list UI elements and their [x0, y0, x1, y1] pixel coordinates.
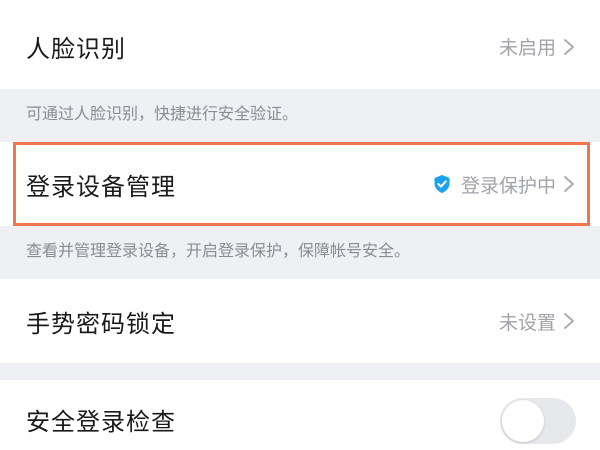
login-device-hint: 查看并管理登录设备，开启登录保护，保障帐号安全。 [26, 241, 411, 260]
safe-login-toggle[interactable] [500, 398, 576, 444]
safe-login-check-title: 安全登录检查 [26, 408, 176, 436]
login-device-status: 登录保护中 [433, 171, 576, 198]
gesture-lock-value: 未设置 [498, 311, 556, 334]
face-recognition-row[interactable]: 人脸识别 未启用 [0, 4, 600, 89]
gesture-lock-status: 未设置 [499, 308, 576, 335]
chevron-right-icon [564, 176, 574, 192]
chevron-right-icon [564, 38, 574, 55]
login-device-value: 登录保护中 [460, 174, 556, 197]
login-device-title: 登录设备管理 [26, 172, 176, 201]
gesture-lock-title: 手势密码锁定 [26, 309, 176, 338]
face-recognition-title: 人脸识别 [26, 35, 126, 63]
toggle-knob [502, 400, 544, 442]
face-recognition-status: 未启用 [499, 33, 576, 60]
shield-check-icon [434, 175, 450, 193]
chevron-right-icon [564, 313, 574, 329]
login-device-row[interactable]: 登录设备管理 登录保护中 [0, 142, 600, 226]
face-recognition-hint: 可通过人脸识别，快捷进行安全验证。 [26, 104, 299, 123]
safe-login-check-row: 安全登录检查 [0, 380, 600, 450]
gesture-lock-row[interactable]: 手势密码锁定 未设置 [0, 279, 600, 363]
face-recognition-value: 未启用 [498, 37, 556, 59]
